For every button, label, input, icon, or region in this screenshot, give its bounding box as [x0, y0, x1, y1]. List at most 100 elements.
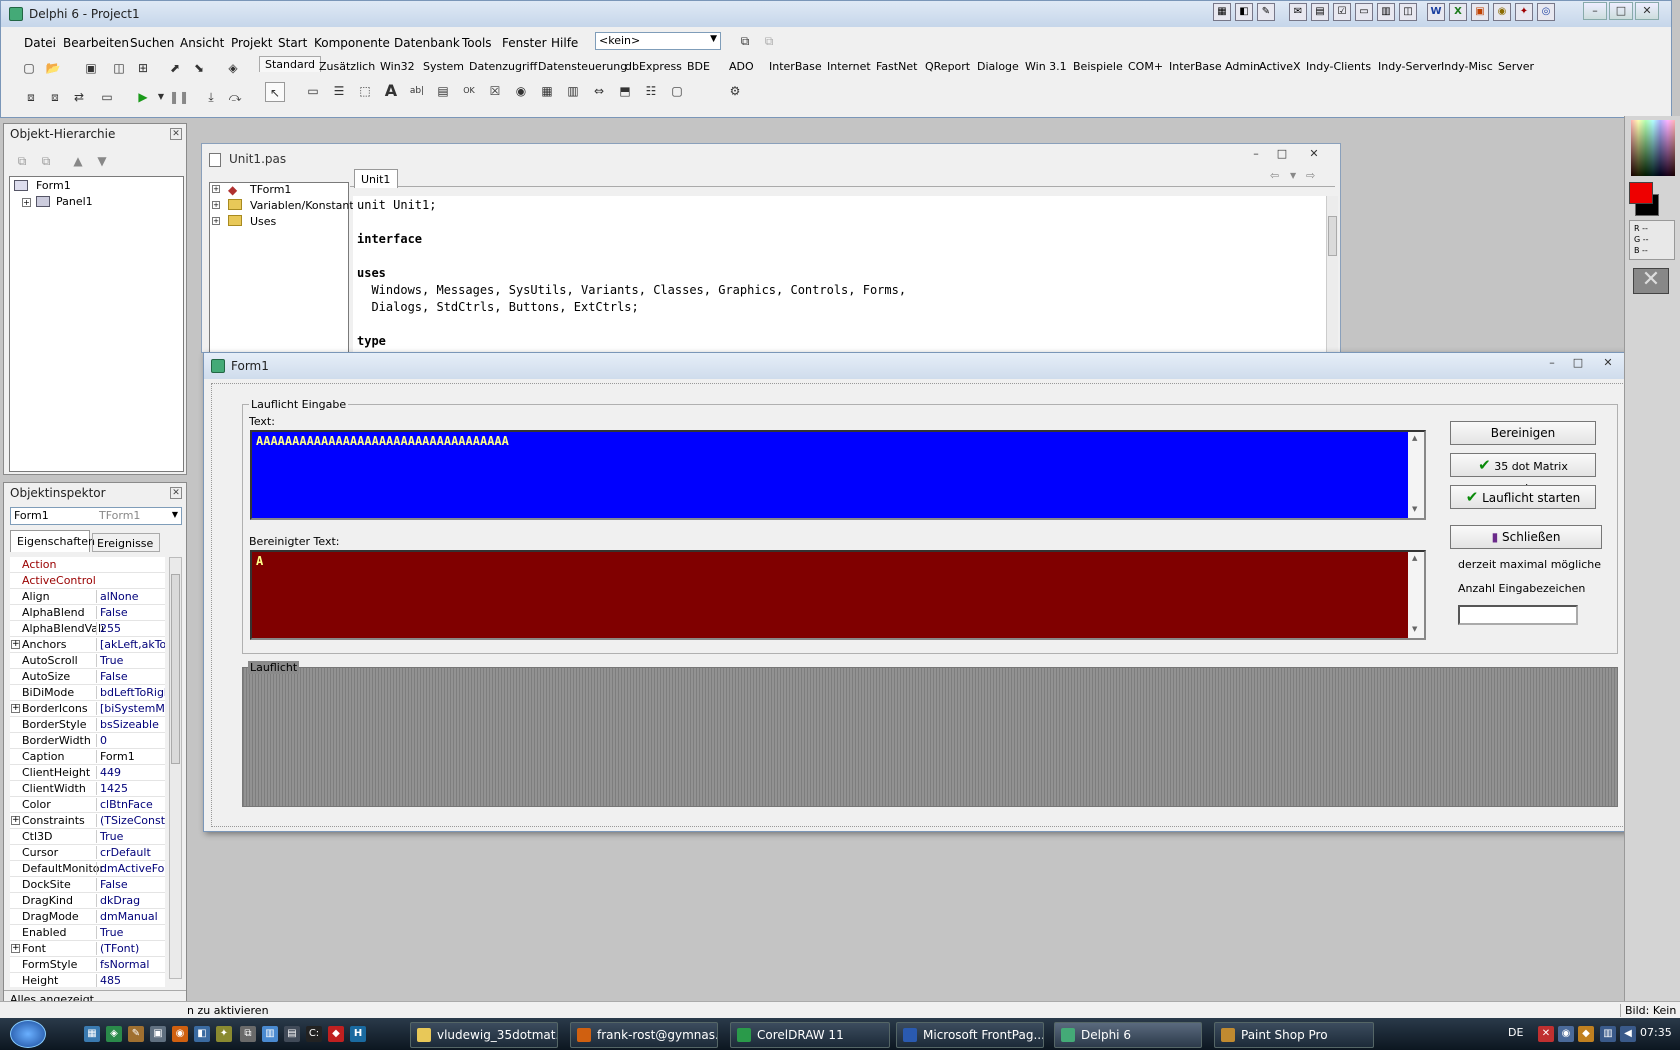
label-icon[interactable]: A — [381, 81, 401, 101]
explorer-item-tform1[interactable]: TForm1 — [250, 183, 291, 196]
property-row[interactable]: ClientWidth 1425 — [10, 781, 165, 797]
scroll-up-icon[interactable]: ▲ — [1412, 434, 1417, 442]
tab-qreport[interactable]: QReport — [925, 60, 970, 73]
menu-ansicht[interactable]: Ansicht — [180, 36, 224, 50]
generate-matrix-button[interactable]: ✔ 35 dot Matrix generieren — [1450, 453, 1596, 495]
property-row[interactable]: +BorderIcons [biSystemMenu] — [10, 701, 165, 717]
tree-item-form1[interactable]: Form1 — [36, 179, 71, 192]
close-icon[interactable]: ✕ — [1635, 2, 1659, 20]
quicklaunch-icon-2[interactable]: ◈ — [106, 1026, 122, 1042]
button-icon[interactable]: OK — [459, 81, 479, 101]
hierarchy-tool-icon-1[interactable]: ⧉ — [12, 151, 32, 171]
property-row[interactable]: AlphaBlendValue255 — [10, 621, 165, 637]
quicklaunch-icon-6[interactable]: ◧ — [194, 1026, 210, 1042]
arrow-down-icon[interactable]: ▼ — [92, 151, 112, 171]
property-row[interactable]: ActiveControl — [10, 573, 165, 589]
pointer-icon[interactable]: ↖ — [265, 82, 285, 102]
desktop-save-icon[interactable]: ⧉ — [735, 31, 755, 51]
task-icon[interactable]: ☑ — [1333, 3, 1351, 21]
panel-icon[interactable]: ▢ — [667, 81, 687, 101]
property-value[interactable]: True — [96, 654, 165, 667]
property-value[interactable]: True — [96, 830, 165, 843]
maximize-icon[interactable]: □ — [1566, 355, 1590, 373]
tab-datenzugriff[interactable]: Datenzugriff — [469, 60, 537, 73]
add-to-project-icon[interactable]: ⬈ — [165, 58, 185, 78]
trace-into-icon[interactable]: ⤓ — [201, 87, 221, 107]
scroll-up-icon[interactable]: ▲ — [1412, 554, 1417, 562]
menu-fenster[interactable]: Fenster — [502, 36, 547, 50]
start-button[interactable] — [10, 1020, 46, 1048]
access-icon[interactable]: ✦ — [1515, 3, 1533, 21]
property-row[interactable]: Align alNone — [10, 589, 165, 605]
task-button-2[interactable]: frank-rost@gymnas... — [570, 1022, 718, 1048]
foreground-color-swatch[interactable] — [1629, 182, 1653, 204]
hierarchy-tool-icon-2[interactable]: ⧉ — [36, 151, 56, 171]
debug-desktop-icon[interactable]: ⧉ — [759, 31, 779, 51]
menu-datei[interactable]: Datei — [24, 36, 56, 50]
minimize-icon[interactable]: – — [1583, 2, 1607, 20]
arrow-up-icon[interactable]: ▲ — [68, 151, 88, 171]
tab-dbexpress[interactable]: dbExpress — [625, 60, 682, 73]
open-folder-icon[interactable]: 📂 — [43, 58, 63, 78]
property-value[interactable]: dmManual — [96, 910, 165, 923]
property-value[interactable]: crDefault — [96, 846, 165, 859]
property-value[interactable]: alNone — [96, 590, 165, 603]
tab-ereignisse[interactable]: Ereignisse — [92, 533, 160, 552]
tab-server[interactable]: Server — [1498, 60, 1534, 73]
property-row[interactable]: AutoSize False — [10, 669, 165, 685]
pattern-swatch-icon[interactable]: ✕ — [1633, 268, 1669, 294]
property-row[interactable]: Caption Form1 — [10, 749, 165, 765]
maximize-icon[interactable]: □ — [1270, 146, 1294, 164]
memo-icon[interactable]: ▤ — [433, 81, 453, 101]
quicklaunch-icon-12[interactable]: ◆ — [328, 1026, 344, 1042]
tool-icon-3[interactable]: ✎ — [1257, 3, 1275, 21]
save-all-icon[interactable]: ◫ — [109, 58, 129, 78]
property-value[interactable]: 449 — [96, 766, 165, 779]
minimize-icon[interactable]: – — [1540, 355, 1564, 373]
actionlist-icon[interactable]: ⚙ — [725, 81, 745, 101]
save-icon[interactable]: ▣ — [81, 58, 101, 78]
tab-system[interactable]: System — [423, 60, 464, 73]
color-spectrum[interactable] — [1631, 120, 1675, 176]
bereinigen-button[interactable]: Bereinigen — [1450, 421, 1596, 445]
tab-indy-misc[interactable]: Indy-Misc — [1441, 60, 1493, 73]
property-row[interactable]: AlphaBlend False — [10, 605, 165, 621]
open-project-icon[interactable]: ⊞ — [133, 58, 153, 78]
property-value[interactable]: (TFont) — [96, 942, 165, 955]
property-row[interactable]: Action — [10, 557, 165, 573]
memo-scrollbar[interactable]: ▲ ▼ — [1408, 552, 1424, 638]
toggle-form-unit-icon[interactable]: ⇄ — [69, 87, 89, 107]
close-icon[interactable]: ✕ — [170, 128, 182, 140]
tab-indy-server[interactable]: Indy-Server — [1378, 60, 1442, 73]
expand-icon[interactable]: + — [22, 198, 31, 207]
close-icon[interactable]: ✕ — [170, 487, 182, 499]
max-chars-field[interactable] — [1458, 605, 1578, 625]
expand-icon[interactable]: + — [212, 185, 220, 193]
menu-hilfe[interactable]: Hilfe — [551, 36, 578, 50]
new-file-icon[interactable]: ▢ — [19, 58, 39, 78]
property-row[interactable]: AutoScroll True — [10, 653, 165, 669]
pause-icon[interactable]: ❚❚ — [169, 87, 189, 107]
task-button-1[interactable]: vludewig_35dotmat... — [410, 1022, 558, 1048]
property-value[interactable]: 255 — [96, 622, 165, 635]
cmd-icon[interactable]: C: — [306, 1026, 322, 1042]
tab-interbase-admin[interactable]: InterBase Admin — [1169, 60, 1260, 73]
expand-icon[interactable]: + — [11, 944, 20, 953]
popupmenu-icon[interactable]: ⬚ — [355, 81, 375, 101]
tab-datensteuerung[interactable]: Datensteuerung — [538, 60, 627, 73]
property-row[interactable]: Color clBtnFace — [10, 797, 165, 813]
mail-icon[interactable]: ✉ — [1289, 3, 1307, 21]
explorer-item-uses[interactable]: Uses — [250, 215, 276, 228]
code-editor[interactable]: unit Unit1; interface uses Windows, Messag… — [353, 196, 1024, 356]
quicklaunch-icon-8[interactable]: ⧉ — [240, 1026, 256, 1042]
tool-icon-2[interactable]: ◧ — [1235, 3, 1253, 21]
view-form-icon[interactable]: ⧈ — [45, 87, 65, 107]
object-selector[interactable]: Form1 TForm1 ▼ — [10, 507, 182, 525]
frames-icon[interactable]: ▭ — [303, 81, 323, 101]
property-row[interactable]: Enabled True — [10, 925, 165, 941]
chevron-down-icon[interactable]: ▼ — [1290, 171, 1296, 180]
menu-datenbank[interactable]: Datenbank — [394, 36, 460, 50]
quicklaunch-icon-1[interactable]: ▦ — [84, 1026, 100, 1042]
menu-projekt[interactable]: Projekt — [231, 36, 272, 50]
property-row[interactable]: Height 485 — [10, 973, 165, 987]
